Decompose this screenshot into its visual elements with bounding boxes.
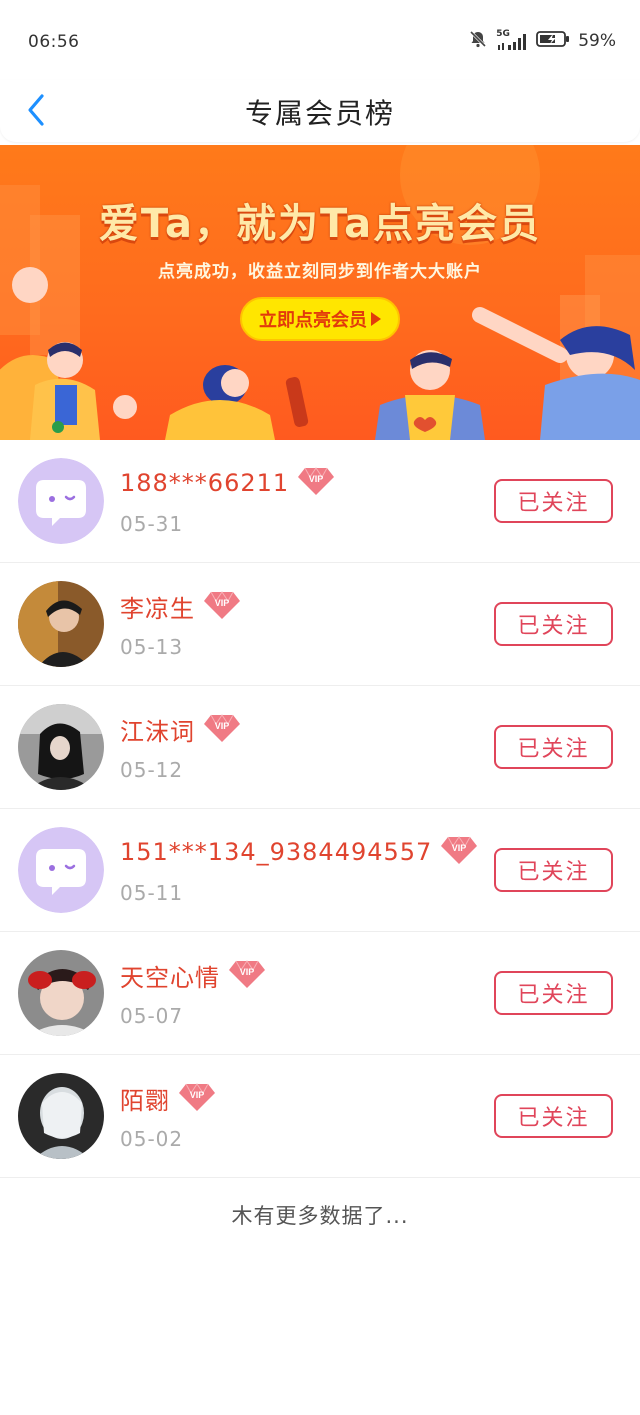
member-date: 05-07 <box>120 1004 184 1028</box>
signal-icon: 5G <box>496 29 528 51</box>
network-type: 5G <box>496 29 510 39</box>
list-item[interactable]: 188***66211 VIP 05-31 已关注 <box>0 440 640 563</box>
vip-diamond-icon: VIP <box>178 1082 216 1116</box>
member-name-line: 天空心情 VIP <box>120 958 266 993</box>
default-chat-avatar-icon <box>18 827 104 913</box>
member-name-line: 李凉生 VIP <box>120 589 241 624</box>
default-chat-avatar-icon <box>18 458 104 544</box>
followed-button[interactable]: 已关注 <box>494 479 613 523</box>
mute-bell-icon <box>468 29 488 53</box>
banner-illustration <box>0 145 640 440</box>
member-list: 188***66211 VIP 05-31 已关注 李凉生 VIP 05-13 … <box>0 440 640 1178</box>
avatar[interactable] <box>18 581 104 667</box>
vip-diamond-icon: VIP <box>440 835 478 869</box>
status-bar: 06:56 5G 59% <box>0 0 640 80</box>
vip-diamond-icon: VIP <box>203 590 241 624</box>
avatar[interactable] <box>18 827 104 913</box>
member-name-line: 江沫词 VIP <box>120 712 241 747</box>
no-more-data-text: 木有更多数据了... <box>231 1204 409 1228</box>
member-name: 151***134_9384494557 <box>120 838 433 866</box>
list-item[interactable]: 天空心情 VIP 05-07 已关注 <box>0 932 640 1055</box>
member-name-line: 151***134_9384494557 VIP <box>120 835 478 869</box>
avatar[interactable] <box>18 1073 104 1159</box>
vip-diamond-icon: VIP <box>203 713 241 747</box>
member-date: 05-13 <box>120 635 184 659</box>
nav-bar: 专属会员榜 <box>0 80 640 142</box>
member-name: 江沫词 <box>120 718 195 746</box>
member-date: 05-02 <box>120 1127 184 1151</box>
followed-button[interactable]: 已关注 <box>494 725 613 769</box>
avatar[interactable] <box>18 458 104 544</box>
member-name: 188***66211 <box>120 469 290 497</box>
photo-avatar <box>18 581 104 667</box>
member-name: 陌翾 <box>120 1087 170 1115</box>
list-item[interactable]: 陌翾 VIP 05-02 已关注 <box>0 1055 640 1178</box>
photo-avatar <box>18 704 104 790</box>
followed-button[interactable]: 已关注 <box>494 602 613 646</box>
battery-icon <box>536 30 570 52</box>
followed-button[interactable]: 已关注 <box>494 1094 613 1138</box>
vip-diamond-icon: VIP <box>297 466 335 500</box>
member-date: 05-11 <box>120 881 184 905</box>
list-item[interactable]: 151***134_9384494557 VIP 05-11 已关注 <box>0 809 640 932</box>
banner-cta-label: 立即点亮会员 <box>259 310 367 331</box>
member-name-line: 陌翾 VIP <box>120 1081 216 1116</box>
avatar[interactable] <box>18 950 104 1036</box>
vip-label: VIP <box>309 474 324 484</box>
vip-label: VIP <box>215 598 230 608</box>
photo-avatar <box>18 950 104 1036</box>
member-name-line: 188***66211 VIP <box>120 466 335 500</box>
promo-banner[interactable]: 爱Ta，就为Ta点亮会员 点亮成功，收益立刻同步到作者大大账户 立即点亮会员 <box>0 145 640 440</box>
member-date: 05-31 <box>120 512 184 536</box>
page-title: 专属会员榜 <box>244 97 395 130</box>
battery-percent: 59% <box>578 31 616 51</box>
member-name: 李凉生 <box>120 595 195 623</box>
list-item[interactable]: 江沫词 VIP 05-12 已关注 <box>0 686 640 809</box>
vip-diamond-icon: VIP <box>228 959 266 993</box>
member-name: 天空心情 <box>120 964 220 992</box>
vip-label: VIP <box>240 967 255 977</box>
banner-subtitle: 点亮成功，收益立刻同步到作者大大账户 <box>158 262 482 282</box>
banner-title: 爱Ta，就为Ta点亮会员 <box>98 201 542 247</box>
followed-button[interactable]: 已关注 <box>494 848 613 892</box>
followed-button[interactable]: 已关注 <box>494 971 613 1015</box>
status-icons: 5G 59% <box>468 29 616 53</box>
vip-label: VIP <box>215 721 230 731</box>
status-time: 06:56 <box>28 32 80 52</box>
photo-avatar <box>18 1073 104 1159</box>
light-up-membership-button[interactable]: 立即点亮会员 <box>240 297 400 341</box>
vip-label: VIP <box>452 843 467 853</box>
list-item[interactable]: 李凉生 VIP 05-13 已关注 <box>0 563 640 686</box>
vip-label: VIP <box>190 1090 205 1100</box>
play-arrow-icon <box>371 312 381 326</box>
avatar[interactable] <box>18 704 104 790</box>
member-date: 05-12 <box>120 758 184 782</box>
